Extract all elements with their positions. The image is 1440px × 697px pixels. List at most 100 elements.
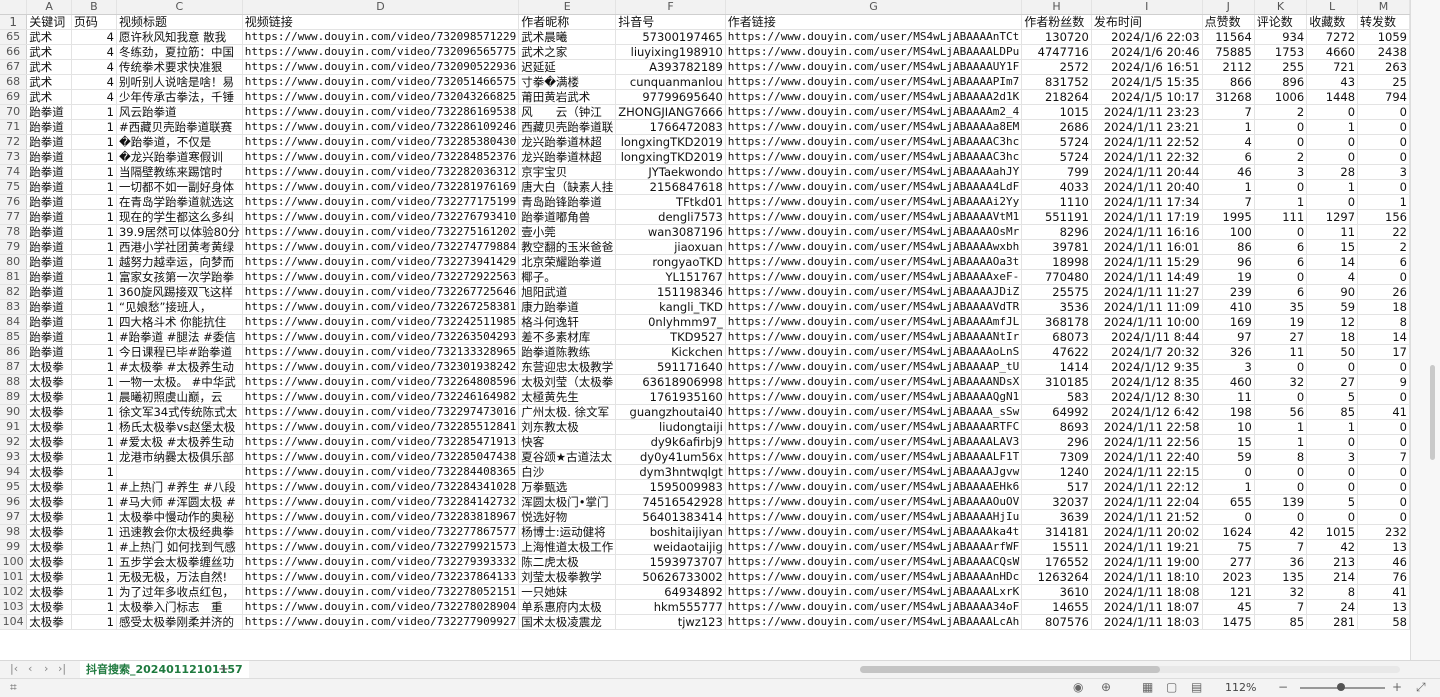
table-cell[interactable]: 46	[1357, 554, 1410, 570]
table-cell[interactable]: �跆拳道，不仅是	[116, 134, 243, 150]
table-cell[interactable]: 43	[1306, 74, 1359, 90]
table-cell[interactable]: 4747716	[1021, 44, 1092, 60]
table-cell[interactable]: https://www.douyin.com/user/MS4wLjABAAAA…	[725, 104, 1023, 120]
table-cell[interactable]: 11	[1202, 389, 1255, 405]
row-header[interactable]: 86	[0, 344, 28, 360]
table-cell[interactable]: 7	[1202, 104, 1255, 120]
table-cell[interactable]: boshitaijiyan	[615, 524, 726, 540]
table-cell[interactable]: 2024/1/11 14:49	[1091, 269, 1203, 285]
table-cell[interactable]: 1	[71, 509, 117, 525]
table-cell[interactable]: 45	[1202, 599, 1255, 615]
crosshair-icon[interactable]: ⊕	[1101, 680, 1111, 694]
header-cell[interactable]: 作者粉丝数	[1021, 14, 1092, 30]
table-cell[interactable]: 椰子。	[518, 269, 617, 285]
column-header[interactable]: L	[1306, 0, 1359, 15]
table-cell[interactable]: 武术	[26, 74, 72, 90]
table-cell[interactable]: 0	[1254, 269, 1308, 285]
header-cell[interactable]: 转发数	[1357, 14, 1410, 30]
table-cell[interactable]: 1753	[1254, 44, 1308, 60]
row-header[interactable]: 100	[0, 554, 28, 570]
table-cell[interactable]: 太极拳	[26, 524, 72, 540]
table-cell[interactable]: 121	[1202, 584, 1255, 600]
table-cell[interactable]: 22	[1357, 224, 1410, 240]
table-cell[interactable]: 风 云（钟江	[518, 104, 617, 120]
table-cell[interactable]: 2112	[1202, 59, 1255, 75]
table-cell[interactable]: 4660	[1306, 44, 1359, 60]
row-header[interactable]: 88	[0, 374, 28, 390]
table-cell[interactable]: 310185	[1021, 374, 1092, 390]
table-cell[interactable]: 2024/1/11 18:03	[1091, 614, 1203, 630]
macro-icon[interactable]: ⌗	[10, 680, 17, 695]
table-cell[interactable]: 19	[1254, 314, 1308, 330]
table-cell[interactable]: 快客	[518, 434, 617, 450]
table-cell[interactable]: 2024/1/12 6:42	[1091, 404, 1203, 420]
table-cell[interactable]: 太极刘莹（太极拳	[518, 374, 617, 390]
table-cell[interactable]: 别听别人说啥是啥！易	[116, 74, 243, 90]
table-cell[interactable]: 1595009983	[615, 479, 726, 495]
table-cell[interactable]: 2572	[1021, 59, 1092, 75]
table-cell[interactable]: 跆拳道	[26, 209, 72, 225]
row-header[interactable]: 73	[0, 149, 28, 165]
table-cell[interactable]: https://www.douyin.com/video/73229747301…	[242, 404, 520, 420]
table-cell[interactable]: weidaotaijig	[615, 539, 726, 555]
table-cell[interactable]: 太极拳	[26, 599, 72, 615]
table-cell[interactable]: 跆拳道	[26, 329, 72, 345]
table-cell[interactable]: 1	[71, 494, 117, 510]
table-cell[interactable]: 1475	[1202, 614, 1255, 630]
table-cell[interactable]: 0	[1306, 509, 1359, 525]
add-sheet-icon[interactable]: +	[218, 661, 229, 678]
table-cell[interactable]: 广州太极. 徐文军	[518, 404, 617, 420]
table-cell[interactable]: https://www.douyin.com/video/73227805215…	[242, 584, 520, 600]
table-cell[interactable]: 风云跆拳道	[116, 104, 243, 120]
table-cell[interactable]: 0nlyhmm97_	[615, 314, 726, 330]
table-cell[interactable]: 1995	[1202, 209, 1255, 225]
table-cell[interactable]: https://www.douyin.com/user/MS4wLjABAAAA…	[725, 599, 1023, 615]
table-cell[interactable]: 42	[1306, 539, 1359, 555]
table-cell[interactable]: https://www.douyin.com/user/MS4wLjABAAAA…	[725, 89, 1023, 105]
table-cell[interactable]: 4	[1306, 269, 1359, 285]
table-cell[interactable]: 现在的学生都这么多纠	[116, 209, 243, 225]
table-cell[interactable]: 360旋风踢接双飞这样	[116, 284, 243, 300]
table-cell[interactable]: 41	[1357, 404, 1410, 420]
table-cell[interactable]: 2686	[1021, 119, 1092, 135]
next-sheet-icon[interactable]: ›	[44, 662, 48, 675]
first-sheet-icon[interactable]: |‹	[10, 662, 18, 675]
table-cell[interactable]: 8	[1306, 584, 1359, 600]
table-cell[interactable]: 2024/1/7 20:32	[1091, 344, 1203, 360]
table-cell[interactable]: 1	[1202, 179, 1255, 195]
table-cell[interactable]: 6	[1254, 239, 1308, 255]
table-cell[interactable]: https://www.douyin.com/video/73227477988…	[242, 239, 520, 255]
table-cell[interactable]: 0	[1254, 479, 1308, 495]
table-cell[interactable]: https://www.douyin.com/video/73228504743…	[242, 449, 520, 465]
table-cell[interactable]: 0	[1357, 419, 1410, 435]
table-cell[interactable]: https://www.douyin.com/video/73228434102…	[242, 479, 520, 495]
table-cell[interactable]: 2024/1/11 23:21	[1091, 119, 1203, 135]
table-cell[interactable]: 2024/1/11 22:04	[1091, 494, 1203, 510]
table-cell[interactable]: 教空翻的玉米爸爸	[518, 239, 617, 255]
table-cell[interactable]: 770480	[1021, 269, 1092, 285]
row-header[interactable]: 68	[0, 74, 28, 90]
table-cell[interactable]: 1	[71, 404, 117, 420]
table-cell[interactable]: 17	[1357, 344, 1410, 360]
row-header[interactable]: 101	[0, 569, 28, 585]
table-cell[interactable]: https://www.douyin.com/user/MS4wLjABAAAA…	[725, 224, 1023, 240]
table-cell[interactable]: 2	[1357, 239, 1410, 255]
table-cell[interactable]: https://www.douyin.com/user/MS4wLjABAAAA…	[725, 299, 1023, 315]
table-cell[interactable]: 4	[1202, 134, 1255, 150]
table-cell[interactable]: 上海惟道太极工作	[518, 539, 617, 555]
table-cell[interactable]: 1	[71, 194, 117, 210]
table-cell[interactable]: 5	[1306, 389, 1359, 405]
table-cell[interactable]: TKD9527	[615, 329, 726, 345]
table-cell[interactable]: https://www.douyin.com/video/73213332896…	[242, 344, 520, 360]
table-cell[interactable]: dym3hntwqlgt	[615, 464, 726, 480]
table-cell[interactable]: https://www.douyin.com/video/73227802890…	[242, 599, 520, 615]
table-cell[interactable]: 0	[1254, 134, 1308, 150]
row-header[interactable]: 98	[0, 524, 28, 540]
table-cell[interactable]: 1240	[1021, 464, 1092, 480]
table-cell[interactable]: https://www.douyin.com/video/73226480859…	[242, 374, 520, 390]
table-cell[interactable]: https://www.douyin.com/video/73227717519…	[242, 194, 520, 210]
page-layout-icon[interactable]: ▢	[1166, 680, 1177, 694]
table-cell[interactable]: A393782189	[615, 59, 726, 75]
table-cell[interactable]: https://www.douyin.com/user/MS4wLjABAAAA…	[725, 134, 1023, 150]
table-cell[interactable]: 11	[1254, 344, 1308, 360]
